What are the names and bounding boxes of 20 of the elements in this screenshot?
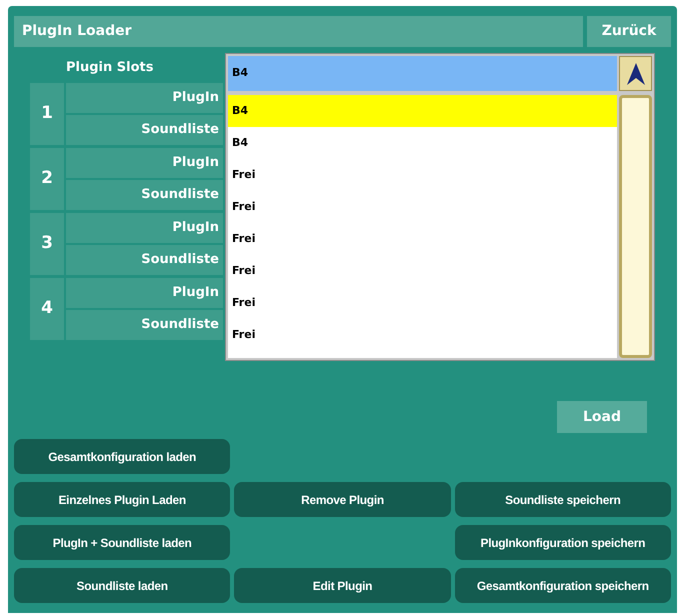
action-button[interactable]: Einzelnes Plugin Laden [14, 482, 230, 517]
slot-number: 3 [30, 213, 64, 275]
action-button[interactable]: PlugInkonfiguration speichern [454, 525, 671, 560]
action-button[interactable]: Gesamtkonfiguration speichern [454, 568, 671, 603]
scrollbar-track[interactable] [619, 95, 652, 358]
scroll-up-button[interactable] [619, 56, 652, 91]
action-button[interactable]: Soundliste speichern [454, 482, 671, 517]
action-button[interactable]: Remove Plugin [234, 482, 451, 517]
section-label: Plugin Slots [65, 59, 154, 78]
slot-number: 4 [30, 278, 64, 340]
window-title: PlugIn Loader [14, 16, 583, 47]
slot-number: 1 [30, 83, 64, 145]
action-button[interactable]: Gesamtkonfiguration laden [14, 439, 230, 474]
arrow-up-icon [626, 62, 646, 86]
action-button[interactable]: PlugIn + Soundliste laden [14, 525, 230, 560]
action-button[interactable]: Soundliste laden [14, 568, 230, 603]
selected-value-field[interactable]: B4 [228, 56, 617, 91]
action-button[interactable]: Edit Plugin [234, 568, 451, 603]
slot-number: 2 [30, 148, 64, 210]
list-item[interactable]: B4 [228, 95, 617, 127]
